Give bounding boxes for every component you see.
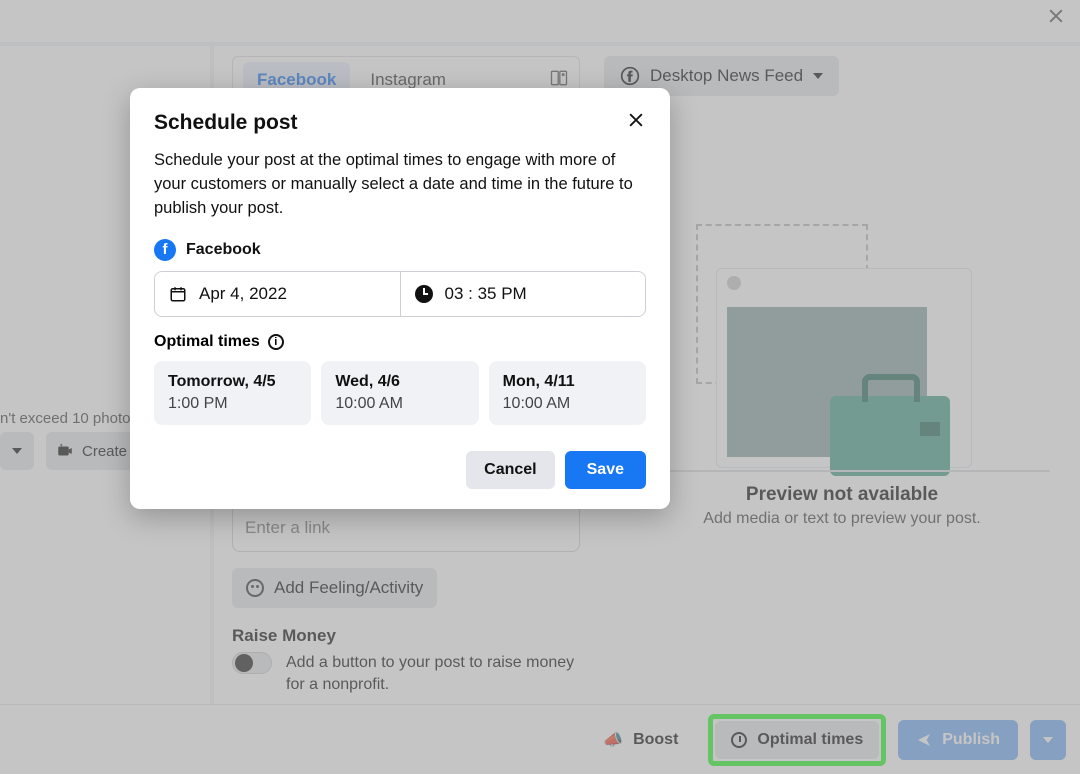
platform-row: f Facebook — [154, 239, 646, 261]
platform-label: Facebook — [186, 241, 261, 259]
smile-icon — [246, 579, 264, 597]
modal-description: Schedule your post at the optimal times … — [154, 149, 646, 221]
photo-limit-text: n't exceed 10 photos. — [0, 410, 142, 427]
optimal-times-highlight: Optimal times — [708, 714, 886, 766]
time-value: 03 : 35 PM — [445, 284, 527, 304]
link-input[interactable]: Enter a link — [232, 504, 580, 552]
clock-icon — [415, 285, 433, 303]
schedule-post-modal: Schedule post Schedule your post at the … — [130, 88, 670, 509]
preview-selector-label: Desktop News Feed — [650, 66, 803, 86]
send-icon — [916, 732, 932, 748]
info-icon[interactable]: i — [268, 334, 284, 350]
optimal-time-label: Wed, 4/6 — [335, 373, 464, 391]
add-feeling-label: Add Feeling/Activity — [274, 578, 423, 598]
suitcase-icon — [830, 396, 950, 476]
create-button-label: Create — [82, 443, 127, 460]
cancel-button[interactable]: Cancel — [466, 451, 554, 489]
boost-button[interactable]: 📣 Boost — [585, 720, 696, 760]
optimal-time-value: 10:00 AM — [335, 395, 464, 413]
date-picker[interactable]: Apr 4, 2022 — [155, 272, 400, 316]
facebook-logo-icon: f — [154, 239, 176, 261]
optimal-time-label: Mon, 4/11 — [503, 373, 632, 391]
raise-money-heading: Raise Money — [232, 626, 336, 646]
time-picker[interactable]: 03 : 35 PM — [400, 272, 646, 316]
date-time-picker: Apr 4, 2022 03 : 35 PM — [154, 271, 646, 317]
close-icon[interactable] — [1046, 6, 1066, 32]
add-feeling-button[interactable]: Add Feeling/Activity — [232, 568, 437, 608]
facebook-circle-icon — [620, 66, 640, 86]
date-value: Apr 4, 2022 — [199, 284, 287, 304]
chevron-down-icon — [1043, 737, 1053, 743]
publish-dropdown-button[interactable] — [1030, 720, 1066, 760]
divider — [618, 470, 1050, 472]
create-button[interactable]: Create — [46, 432, 143, 470]
modal-close-button[interactable] — [626, 110, 646, 135]
megaphone-icon: 📣 — [603, 730, 623, 750]
chevron-down-icon — [813, 73, 823, 79]
optimal-time-card[interactable]: Tomorrow, 4/5 1:00 PM — [154, 361, 311, 425]
bottom-bar: 📣 Boost Optimal times Publish — [0, 704, 1080, 774]
dot-icon — [727, 276, 741, 290]
toggle-knob — [235, 654, 253, 672]
publish-label: Publish — [942, 731, 1000, 749]
optimal-times-button[interactable]: Optimal times — [715, 721, 879, 759]
optimal-times-label: Optimal times — [757, 731, 863, 749]
optimal-time-options: Tomorrow, 4/5 1:00 PM Wed, 4/6 10:00 AM … — [154, 361, 646, 425]
dropdown-stub-button[interactable] — [0, 432, 34, 470]
modal-title: Schedule post — [154, 111, 298, 135]
raise-money-row: Add a button to your post to raise money… — [232, 652, 580, 695]
video-sparkle-icon — [56, 442, 74, 460]
preview-title: Preview not available — [604, 484, 1080, 506]
boost-label: Boost — [633, 731, 678, 749]
link-input-placeholder: Enter a link — [245, 518, 330, 538]
optimal-times-heading: Optimal times — [154, 333, 260, 351]
clock-icon — [731, 732, 747, 748]
raise-money-toggle[interactable] — [232, 652, 272, 674]
save-button[interactable]: Save — [565, 451, 646, 489]
optimal-time-value: 1:00 PM — [168, 395, 297, 413]
chevron-down-icon — [12, 448, 22, 454]
optimal-times-heading-row: Optimal times i — [154, 333, 646, 351]
raise-money-description: Add a button to your post to raise money… — [286, 652, 580, 695]
preview-subtitle: Add media or text to preview your post. — [604, 510, 1080, 528]
calendar-icon — [169, 285, 187, 303]
optimal-time-label: Tomorrow, 4/5 — [168, 373, 297, 391]
optimal-time-value: 10:00 AM — [503, 395, 632, 413]
close-icon — [626, 110, 646, 130]
modal-actions: Cancel Save — [154, 451, 646, 489]
optimal-time-card[interactable]: Wed, 4/6 10:00 AM — [321, 361, 478, 425]
publish-button[interactable]: Publish — [898, 720, 1018, 760]
optimal-time-card[interactable]: Mon, 4/11 10:00 AM — [489, 361, 646, 425]
